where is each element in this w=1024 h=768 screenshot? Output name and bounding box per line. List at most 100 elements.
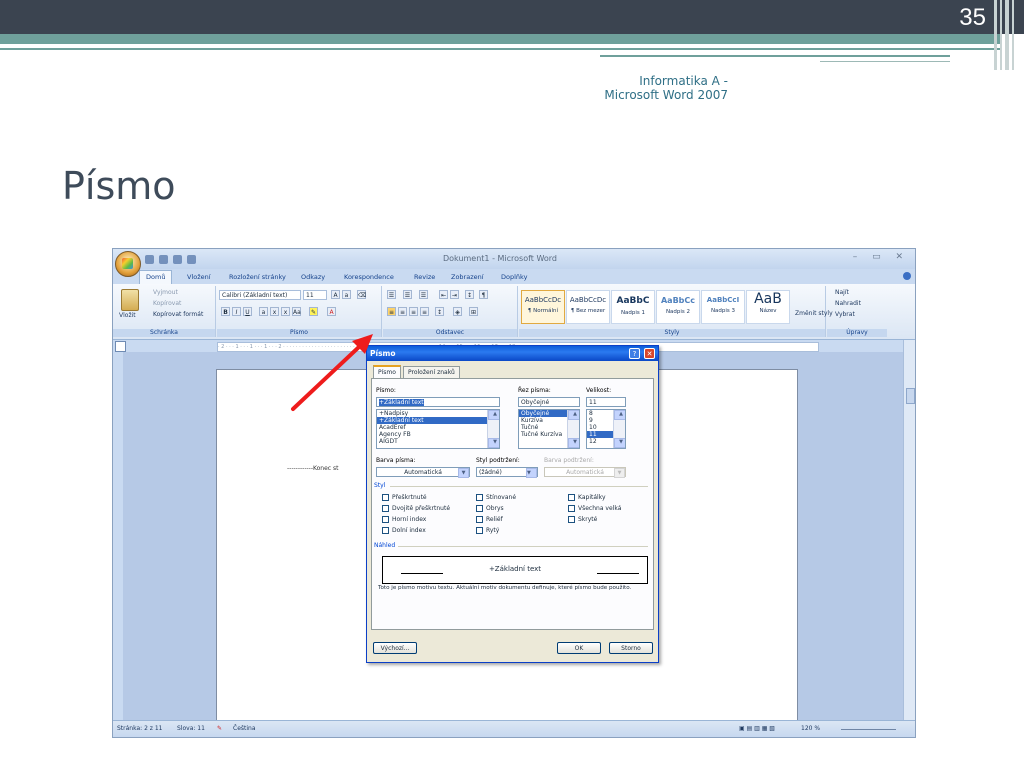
list-item[interactable]: AIGDT <box>377 438 499 445</box>
justify-icon[interactable]: ≡ <box>420 307 429 316</box>
status-words[interactable]: Slova: 11 <box>177 725 205 732</box>
multilevel-list-icon[interactable]: ☰ <box>419 290 428 299</box>
decrease-indent-icon[interactable]: ⇤ <box>439 290 448 299</box>
italic-icon[interactable]: I <box>232 307 241 316</box>
ok-button[interactable]: OK <box>557 642 601 654</box>
find-button[interactable]: Najít <box>835 289 849 296</box>
tab-character-spacing[interactable]: Proložení znaků <box>403 366 460 378</box>
help-icon[interactable] <box>903 272 911 280</box>
tab-doplnky[interactable]: Doplňky <box>501 271 527 284</box>
tab-selector[interactable] <box>115 341 126 352</box>
list-item[interactable]: +Základní text <box>377 417 499 424</box>
size-input[interactable]: 11 <box>586 397 626 407</box>
bold-icon[interactable]: B <box>221 307 230 316</box>
checkbox-all-caps[interactable]: Všechna velká <box>568 505 621 513</box>
borders-icon[interactable]: ⊞ <box>469 307 478 316</box>
style-tile[interactable]: AaBbCcI Nadpis 3 <box>701 290 745 324</box>
spellcheck-icon[interactable]: ✎ <box>217 725 222 732</box>
checkbox-small-caps[interactable]: Kapitálky <box>568 494 606 502</box>
list-item[interactable]: +Nadpisy <box>377 410 499 417</box>
dialog-close-icon[interactable]: ✕ <box>644 348 655 359</box>
redo-icon[interactable] <box>173 254 182 264</box>
font-color-select[interactable]: Automatická ▼ <box>376 467 470 478</box>
list-item[interactable]: AcadEref <box>377 424 499 431</box>
sort-icon[interactable]: ↕ <box>465 290 474 299</box>
increase-indent-icon[interactable]: ⇥ <box>450 290 459 299</box>
change-case-icon[interactable]: Aa <box>292 307 301 316</box>
list-scrollbar[interactable]: ▲ ▼ <box>567 410 579 448</box>
checkbox-hidden[interactable]: Skryté <box>568 516 597 524</box>
align-right-icon[interactable]: ≡ <box>409 307 418 316</box>
checkbox-subscript[interactable]: Dolní index <box>382 527 426 535</box>
style-tile[interactable]: AaB Název <box>746 290 790 324</box>
style-tile[interactable]: AaBbCc Nadpis 2 <box>656 290 700 324</box>
format-painter-button[interactable]: Kopírovat formát <box>153 311 203 318</box>
underline-style-select[interactable]: (žádné) ▼ <box>476 467 538 478</box>
print-preview-icon[interactable] <box>187 254 196 264</box>
underline-icon[interactable]: U <box>243 307 252 316</box>
font-color-icon[interactable]: A <box>327 307 336 316</box>
checkbox-outline[interactable]: Obrys <box>476 505 504 513</box>
zoom-level[interactable]: 120 % <box>801 725 820 732</box>
paste-icon[interactable] <box>121 289 139 311</box>
style-list[interactable]: Obyčejné Kurzíva Tučné Tučné Kurzíva ▲ ▼ <box>518 409 580 449</box>
align-left-icon[interactable]: ≡ <box>387 307 396 316</box>
style-tile[interactable]: AaBbCcDc ¶ Bez mezer <box>566 290 610 324</box>
checkbox-superscript[interactable]: Horní index <box>382 516 426 524</box>
font-size-box[interactable]: 11 <box>303 290 327 300</box>
font-input[interactable]: +Základní text <box>376 397 500 407</box>
grow-font-icon[interactable]: A <box>331 290 340 299</box>
default-button[interactable]: Výchozí... <box>373 642 417 654</box>
style-tile[interactable]: AaBbCcDc ¶ Normální <box>521 290 565 324</box>
bullets-icon[interactable]: ☰ <box>387 290 396 299</box>
view-buttons[interactable]: ▣ ▤ ▥ ▦ ▧ <box>739 725 775 732</box>
numbering-icon[interactable]: ☰ <box>403 290 412 299</box>
tab-domu[interactable]: Domů <box>139 270 173 284</box>
list-scrollbar[interactable]: ▲ ▼ <box>487 410 499 448</box>
checkbox-engrave[interactable]: Rytý <box>476 527 499 535</box>
font-list[interactable]: +Nadpisy +Základní text AcadEref Agency … <box>376 409 500 449</box>
save-icon[interactable] <box>145 254 154 264</box>
shrink-font-icon[interactable]: a <box>342 290 351 299</box>
copy-button[interactable]: Kopírovat <box>153 300 181 307</box>
scroll-thumb[interactable] <box>906 388 915 404</box>
office-button[interactable] <box>115 251 141 277</box>
tab-odkazy[interactable]: Odkazy <box>301 271 325 284</box>
line-spacing-icon[interactable]: ↕ <box>435 307 444 316</box>
window-controls[interactable]: – ▭ ✕ <box>853 252 909 262</box>
tab-revize[interactable]: Revize <box>414 271 435 284</box>
cut-button[interactable]: Vyjmout <box>153 289 178 296</box>
highlight-icon[interactable]: ✎ <box>309 307 318 316</box>
pilcrow-icon[interactable]: ¶ <box>479 290 488 299</box>
paste-label[interactable]: Vložit <box>119 312 136 319</box>
subscript-icon[interactable]: x <box>270 307 279 316</box>
font-name-box[interactable]: Calibri (Základní text) <box>219 290 301 300</box>
style-input[interactable]: Obyčejné <box>518 397 580 407</box>
vertical-scrollbar[interactable] <box>903 340 915 720</box>
dialog-help-icon[interactable]: ? <box>629 348 640 359</box>
checkbox-shadow[interactable]: Stínované <box>476 494 516 502</box>
tab-vlozeni[interactable]: Vložení <box>187 271 211 284</box>
clear-format-icon[interactable]: ⌫ <box>357 290 366 299</box>
list-item[interactable]: Agency FB <box>377 431 499 438</box>
tab-rozlozeni[interactable]: Rozložení stránky <box>229 271 286 284</box>
checkbox-emboss[interactable]: Reliéf <box>476 516 503 524</box>
checkbox-strikethrough[interactable]: Přeškrtnuté <box>382 494 427 502</box>
tab-zobrazeni[interactable]: Zobrazení <box>451 271 484 284</box>
align-center-icon[interactable]: ≡ <box>398 307 407 316</box>
zoom-slider[interactable] <box>841 729 896 730</box>
size-list[interactable]: 8 9 10 11 12 ▲ ▼ <box>586 409 626 449</box>
style-tile[interactable]: AaBbC Nadpis 1 <box>611 290 655 324</box>
cancel-button[interactable]: Storno <box>609 642 653 654</box>
status-page[interactable]: Stránka: 2 z 11 <box>117 725 163 732</box>
select-button[interactable]: Vybrat <box>835 311 855 318</box>
replace-button[interactable]: Nahradit <box>835 300 861 307</box>
superscript-icon[interactable]: x <box>281 307 290 316</box>
tab-korespondence[interactable]: Korespondence <box>344 271 394 284</box>
undo-icon[interactable] <box>159 254 168 264</box>
status-language[interactable]: Čeština <box>233 725 256 732</box>
strikethrough-icon[interactable]: a <box>259 307 268 316</box>
shading-icon[interactable]: ◈ <box>453 307 462 316</box>
checkbox-double-strikethrough[interactable]: Dvojitě přeškrtnuté <box>382 505 450 513</box>
list-scrollbar[interactable]: ▲ ▼ <box>613 410 625 448</box>
